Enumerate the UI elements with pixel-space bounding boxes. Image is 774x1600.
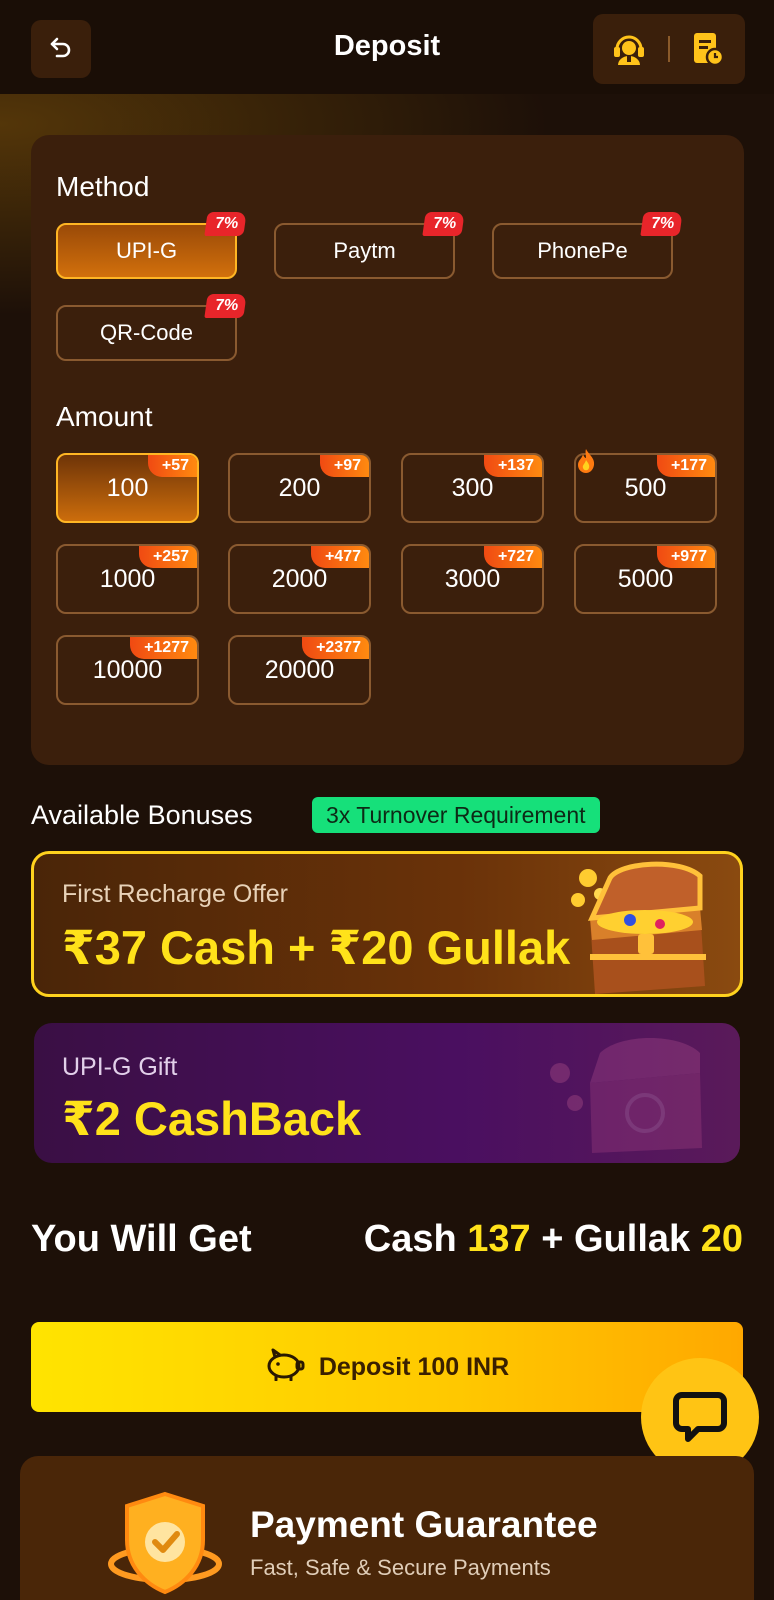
summary-cash-label: Cash [363, 1218, 457, 1260]
amount-option[interactable]: 20000 +2377 [228, 635, 371, 705]
summary-gullak-label: Gullak [574, 1218, 691, 1260]
chat-bubble-icon [672, 1387, 728, 1448]
summary-gullak-value: 20 [700, 1218, 743, 1260]
hot-fire-icon [575, 448, 597, 479]
gift-subtitle: UPI-G Gift [62, 1053, 178, 1081]
method-qr-code[interactable]: QR-Code 7% [56, 294, 247, 361]
method-badge: 7% [422, 212, 465, 236]
amount-label: Amount [56, 401, 153, 432]
amount-bonus-badge: +57 [147, 455, 197, 477]
amount-bonus-badge: +2377 [302, 637, 369, 659]
summary-values: Cash 137 + Gullak 20 [364, 1218, 743, 1261]
you-will-get-summary: You Will Get Cash 137 + Gullak 20 [31, 1218, 743, 1268]
header-divider [668, 36, 670, 62]
amount-option[interactable]: 100 +57 [56, 453, 199, 523]
amount-option[interactable]: 5000 +977 [574, 544, 717, 614]
method-badge: 7% [204, 212, 247, 236]
summary-label: You Will Get [31, 1218, 252, 1260]
amount-bonus-badge: +177 [656, 455, 715, 477]
turnover-tag: 3x Turnover Requirement [312, 797, 600, 833]
deposit-button[interactable]: Deposit 100 INR [31, 1322, 743, 1412]
guarantee-title: Payment Guarantee [250, 1504, 598, 1545]
offer-subtitle: First Recharge Offer [62, 880, 289, 908]
piggy-bank-icon [265, 1347, 305, 1388]
top-header: Deposit [0, 0, 774, 94]
guarantee-subtitle: Fast, Safe & Secure Payments [250, 1555, 551, 1580]
summary-plus: + [541, 1218, 564, 1260]
first-recharge-offer-card[interactable]: First Recharge Offer ₹37 Cash + ₹20 Gull… [31, 851, 743, 997]
amount-option[interactable]: 3000 +727 [401, 544, 544, 614]
amount-option[interactable]: 10000 +1277 [56, 635, 199, 705]
amount-bonus-badge: +97 [319, 455, 369, 477]
amount-option[interactable]: 1000 +257 [56, 544, 199, 614]
offer-amount: ₹37 Cash + ₹20 Gullak [62, 921, 571, 974]
amount-option[interactable]: 2000 +477 [228, 544, 371, 614]
payment-guarantee-banner: Payment Guarantee Fast, Safe & Secure Pa… [20, 1456, 754, 1600]
method-label: Method [56, 171, 150, 202]
amount-bonus-badge: +257 [138, 546, 197, 568]
amount-bonus-badge: +477 [310, 546, 369, 568]
amount-bonus-badge: +137 [483, 455, 542, 477]
method-badge: 7% [204, 294, 247, 318]
treasure-chest-watermark-icon [530, 1033, 710, 1158]
amount-option[interactable]: 300 +137 [401, 453, 544, 523]
deposit-record-icon[interactable] [691, 31, 725, 72]
available-bonuses-title: Available Bonuses [31, 800, 253, 830]
method-upi-g[interactable]: UPI-G 7% [56, 212, 247, 279]
method-phonepe[interactable]: PhonePe 7% [492, 212, 683, 279]
method-amount-panel: Method UPI-G 7% Paytm 7% PhonePe 7% QR-C… [31, 135, 744, 765]
summary-cash-value: 137 [467, 1218, 531, 1260]
amount-bonus-badge: +727 [483, 546, 542, 568]
header-actions [593, 14, 745, 84]
method-badge: 7% [640, 212, 683, 236]
customer-service-icon[interactable] [611, 31, 647, 72]
gift-amount: ₹2 CashBack [62, 1092, 362, 1145]
deposit-button-label: Deposit 100 INR [318, 1352, 510, 1381]
amount-option[interactable]: 200 +97 [228, 453, 371, 523]
amount-bonus-badge: +1277 [130, 637, 197, 659]
shield-check-icon [105, 1488, 225, 1600]
method-paytm[interactable]: Paytm 7% [274, 212, 465, 279]
amount-bonus-badge: +977 [656, 546, 715, 568]
upi-g-gift-card[interactable]: UPI-G Gift ₹2 CashBack [34, 1023, 740, 1163]
treasure-chest-icon [550, 858, 720, 994]
